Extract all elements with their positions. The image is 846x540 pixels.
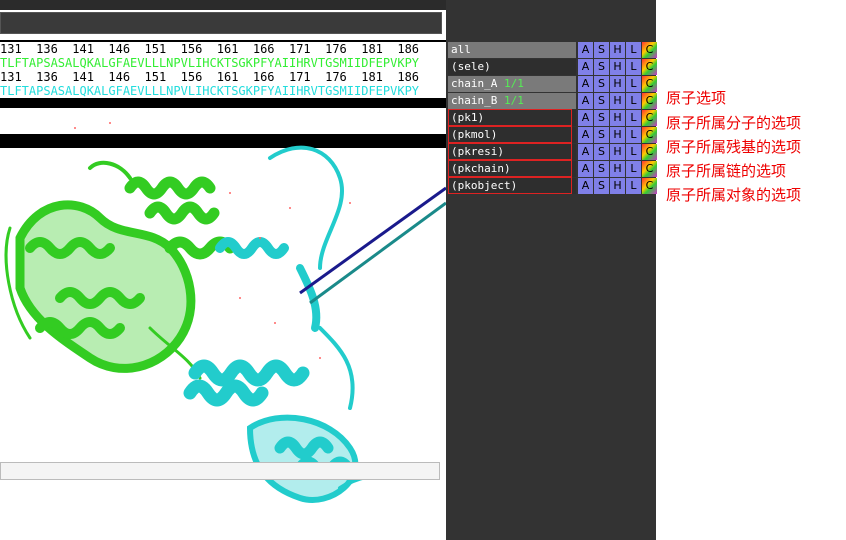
show-button[interactable]: S (594, 110, 609, 126)
object-panel: all A S H L C (sele) A S H L C chain_A 1… (446, 0, 658, 540)
object-row-pkmol[interactable]: (pkmol) A S H L C (448, 126, 658, 143)
show-button[interactable]: S (594, 93, 609, 109)
label-button[interactable]: L (626, 42, 641, 58)
highlight-box (448, 126, 572, 143)
annotation-pk1: 原子选项 (666, 89, 727, 107)
label-button[interactable]: L (626, 161, 641, 177)
color-button[interactable]: C (642, 161, 657, 177)
hide-button[interactable]: H (610, 93, 625, 109)
label-button[interactable]: L (626, 93, 641, 109)
object-row-sele[interactable]: (sele) A S H L C (448, 59, 658, 75)
object-row-chain-a[interactable]: chain_A 1/1 A S H L C (448, 76, 658, 92)
sequence-viewer[interactable]: 131 136 141 146 151 156 161 166 171 176 … (0, 40, 446, 148)
sequence-residues-chain-b[interactable]: TLFTAPSASALQKALGFAEVLLLNPVLIHCKTSGKPFYAI… (0, 84, 446, 98)
annotation-pkobject: 原子所属对象的选项 (666, 186, 802, 204)
show-button[interactable]: S (594, 42, 609, 58)
color-button[interactable]: C (642, 42, 657, 58)
object-label[interactable]: chain_B 1/1 (448, 93, 576, 109)
hide-button[interactable]: H (610, 76, 625, 92)
hide-button[interactable]: H (610, 127, 625, 143)
color-button[interactable]: C (642, 110, 657, 126)
object-row-pkobject[interactable]: (pkobject) A S H L C (448, 177, 658, 194)
annotation-pkresi: 原子所属残基的选项 (666, 138, 802, 156)
color-button[interactable]: C (642, 93, 657, 109)
object-row-pkresi[interactable]: (pkresi) A S H L C (448, 143, 658, 160)
action-button[interactable]: A (578, 161, 593, 177)
sequence-numbers-chain-b: 131 136 141 146 151 156 161 166 171 176 … (0, 70, 446, 84)
label-button[interactable]: L (626, 127, 641, 143)
color-button[interactable]: C (642, 76, 657, 92)
show-button[interactable]: S (594, 59, 609, 75)
show-button[interactable]: S (594, 144, 609, 160)
label-button[interactable]: L (626, 76, 641, 92)
horizontal-scrollbar[interactable] (0, 462, 440, 480)
hide-button[interactable]: H (610, 42, 625, 58)
show-button[interactable]: S (594, 76, 609, 92)
highlight-box (448, 143, 572, 160)
object-row-pk1[interactable]: (pk1) A S H L C (448, 109, 658, 126)
object-row-pkchain[interactable]: (pkchain) A S H L C (448, 160, 658, 177)
state-fraction: 1/1 (503, 77, 524, 90)
hide-button[interactable]: H (610, 161, 625, 177)
chain-a-cartoon (4, 160, 236, 380)
action-button[interactable]: A (578, 42, 593, 58)
color-button[interactable]: C (642, 59, 657, 75)
sequence-numbers-chain-a: 131 136 141 146 151 156 161 166 171 176 … (0, 42, 446, 56)
hide-button[interactable]: H (610, 59, 625, 75)
object-label[interactable]: all (448, 42, 576, 58)
hide-button[interactable]: H (610, 110, 625, 126)
highlight-box (448, 160, 572, 177)
object-label[interactable]: chain_A 1/1 (448, 76, 576, 92)
action-button[interactable]: A (578, 127, 593, 143)
sequence-residues-chain-a[interactable]: TLFTAPSASALQKALGFAEVLLLNPVLIHCKTSGKPFYAI… (0, 56, 446, 70)
action-button[interactable]: A (578, 59, 593, 75)
label-button[interactable]: L (626, 59, 641, 75)
chain-b-cartoon (183, 145, 432, 503)
show-button[interactable]: S (594, 127, 609, 143)
action-button[interactable]: A (578, 76, 593, 92)
state-fraction: 1/1 (503, 94, 524, 107)
label-button[interactable]: L (626, 110, 641, 126)
top-toolbar (0, 0, 446, 10)
label-button[interactable]: L (626, 178, 641, 194)
highlight-box (448, 109, 572, 126)
action-button[interactable]: A (578, 178, 593, 194)
color-button[interactable]: C (642, 144, 657, 160)
action-button[interactable]: A (578, 144, 593, 160)
object-row-chain-b[interactable]: chain_B 1/1 A S H L C (448, 93, 658, 109)
label-button[interactable]: L (626, 144, 641, 160)
molecular-viewer[interactable]: 131 136 141 146 151 156 161 166 171 176 … (0, 0, 446, 540)
annotation-pkchain: 原子所属链的选项 (666, 162, 787, 180)
annotation-pkmol: 原子所属分子的选项 (666, 114, 802, 132)
bond-line (299, 186, 446, 295)
object-label[interactable]: (sele) (448, 59, 576, 75)
color-button[interactable]: C (642, 127, 657, 143)
highlight-box (448, 177, 572, 194)
object-row-all[interactable]: all A S H L C (448, 42, 658, 58)
show-button[interactable]: S (594, 161, 609, 177)
bond-line (309, 201, 446, 305)
action-button[interactable]: A (578, 110, 593, 126)
show-button[interactable]: S (594, 178, 609, 194)
action-button[interactable]: A (578, 93, 593, 109)
hide-button[interactable]: H (610, 144, 625, 160)
command-input[interactable] (0, 12, 442, 34)
hide-button[interactable]: H (610, 178, 625, 194)
color-button[interactable]: C (642, 178, 657, 194)
